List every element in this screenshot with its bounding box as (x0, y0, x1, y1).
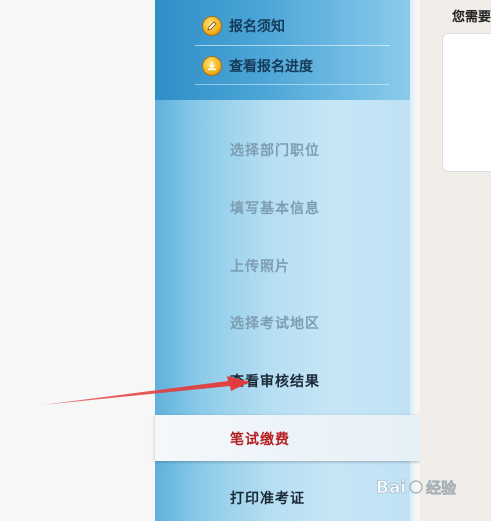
step-fill-info[interactable]: 填写基本信息 (230, 198, 320, 218)
top-link-notice[interactable]: 报名须知 (203, 12, 285, 40)
step-upload-photo[interactable]: 上传照片 (230, 256, 290, 276)
top-link-label: 报名须知 (229, 19, 285, 35)
top-link-label: 查看报名进度 (229, 59, 313, 75)
step-print-ticket[interactable]: 打印准考证 (230, 488, 305, 508)
step-view-review[interactable]: 查看审核结果 (230, 371, 320, 391)
watermark-logo: Bai 经验 (376, 478, 457, 499)
step-select-position[interactable]: 选择部门职位 (230, 140, 320, 160)
top-link-progress[interactable]: 查看报名进度 (203, 52, 313, 80)
current-step-highlight[interactable]: 笔试缴费 (155, 415, 420, 461)
step-exam-payment[interactable]: 笔试缴费 (230, 429, 290, 449)
svg-text:Bai: Bai (376, 478, 406, 498)
notice-label: 您需要 (452, 10, 491, 25)
divider (195, 84, 390, 85)
step-select-region[interactable]: 选择考试地区 (230, 313, 320, 333)
left-blank-area (0, 0, 155, 521)
svg-text:经验: 经验 (426, 479, 457, 497)
download-icon (203, 57, 221, 75)
divider (195, 45, 390, 46)
notice-box (442, 33, 491, 172)
pencil-icon (203, 17, 221, 35)
